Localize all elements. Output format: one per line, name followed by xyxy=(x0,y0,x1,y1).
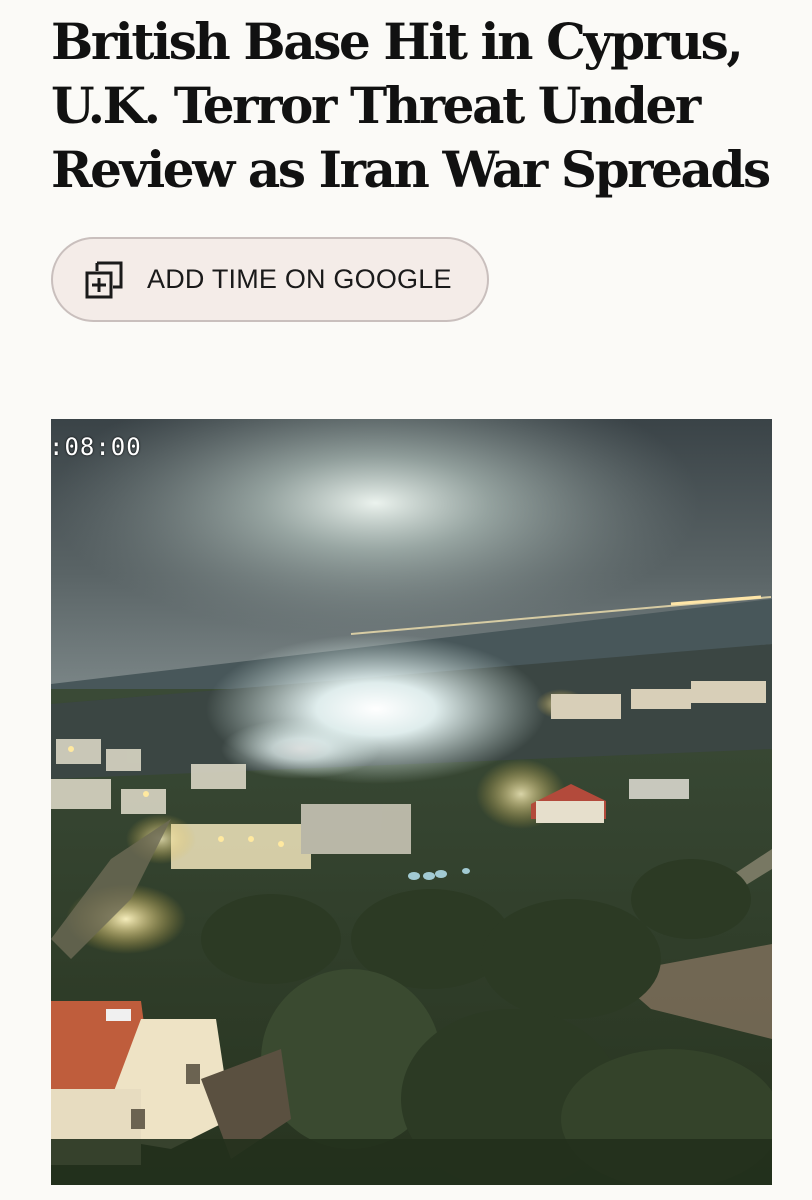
article-page: British Base Hit in Cyprus, U.K. Terror … xyxy=(0,0,812,1200)
camera-timestamp: :08:00 xyxy=(51,433,142,461)
add-time-on-google-button[interactable]: ADD TIME ON GOOGLE xyxy=(51,237,489,322)
add-time-on-google-label: ADD TIME ON GOOGLE xyxy=(147,264,452,294)
article-headline: British Base Hit in Cyprus, U.K. Terror … xyxy=(51,12,771,199)
add-to-stack-icon xyxy=(83,259,125,301)
night-explosion-image xyxy=(51,419,772,1185)
article-photo: :08:00 xyxy=(51,419,772,1185)
